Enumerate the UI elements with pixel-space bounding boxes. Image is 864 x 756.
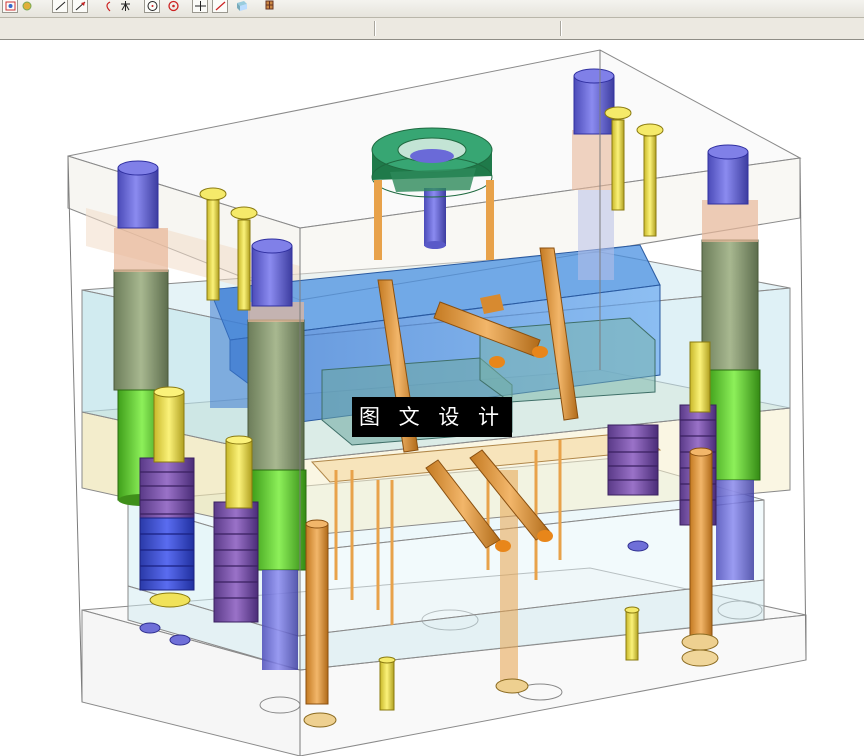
arc-icon[interactable] [100,0,116,13]
crosshair-icon[interactable] [192,0,208,13]
circle-center-icon[interactable] [144,0,160,13]
solid-view-icon[interactable] [234,0,250,13]
target-icon[interactable] [166,0,182,13]
status-divider [560,21,561,36]
status-divider [374,21,375,36]
cad-viewport[interactable]: 图 文 设 计 [0,40,864,756]
arrow-line-icon[interactable] [72,0,88,13]
status-bar [0,18,864,40]
return-spring-center[interactable] [213,501,259,623]
render-icon[interactable] [262,0,278,13]
guide-pillar-back-right[interactable] [572,68,618,280]
sketch-pen-icon[interactable] [212,0,228,13]
toolbar [0,0,864,18]
return-spring-left[interactable] [139,457,195,591]
watermark-label: 图 文 设 计 [352,397,512,437]
line-icon[interactable] [52,0,68,13]
pan-icon[interactable] [20,0,36,13]
view-orient-icon[interactable] [2,0,18,13]
snap-icon[interactable] [118,0,134,13]
